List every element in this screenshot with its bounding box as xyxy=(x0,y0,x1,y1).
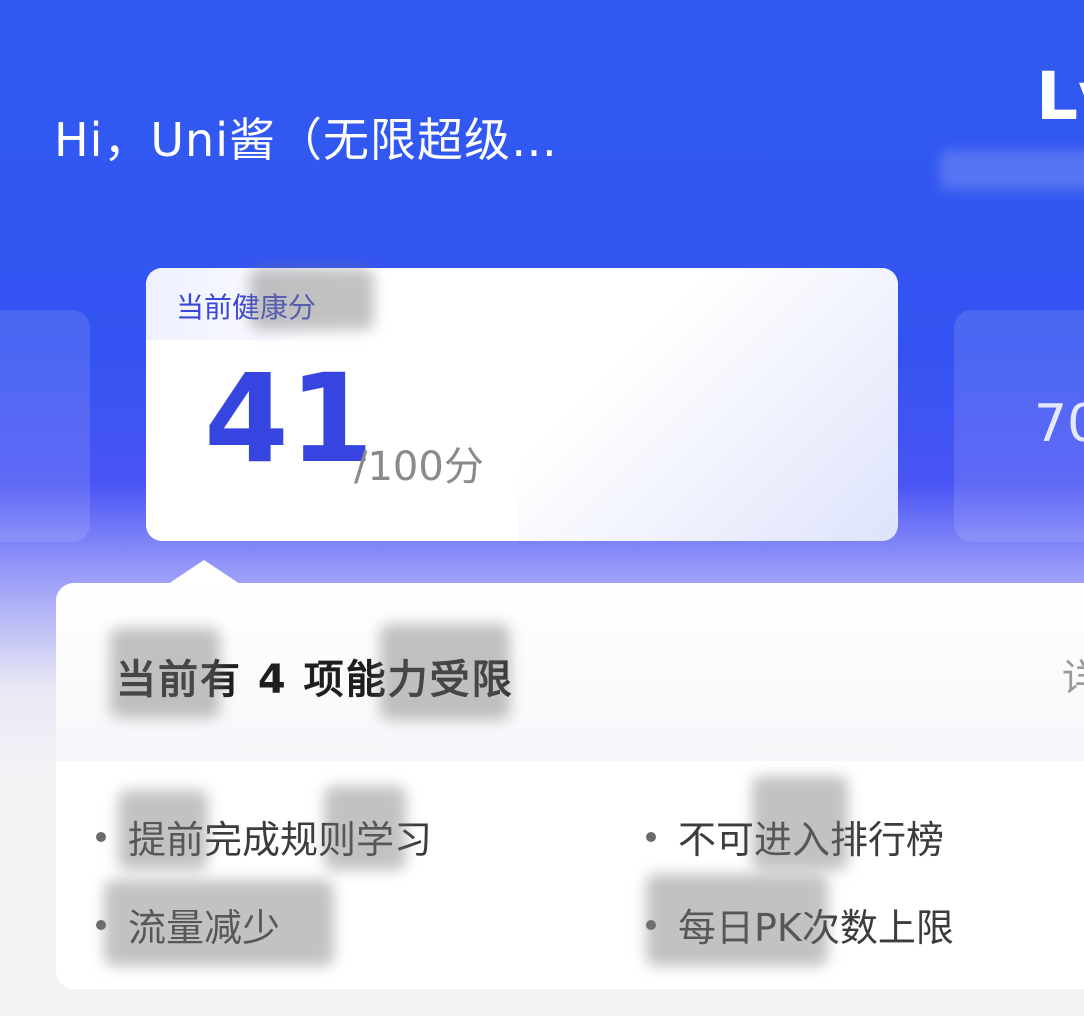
side-card-right-value: 70 xyxy=(1034,394,1084,454)
side-card-left[interactable] xyxy=(0,310,90,542)
level-badge[interactable]: Lv xyxy=(1036,58,1084,135)
privacy-blur xyxy=(104,880,334,966)
level-subtext-blurred xyxy=(940,150,1084,190)
checkmark-decoration xyxy=(518,268,898,541)
panel-pointer-arrow xyxy=(168,560,240,584)
bullet-dot-icon xyxy=(646,831,656,842)
score-total: /100分 xyxy=(354,444,484,490)
greeting-text: Hi，Uni酱（无限超级… xyxy=(54,113,558,167)
privacy-blur xyxy=(324,786,406,870)
privacy-blur xyxy=(110,628,220,718)
privacy-blur xyxy=(646,874,828,966)
privacy-blur xyxy=(752,776,848,870)
privacy-blur xyxy=(250,268,374,330)
privacy-blur xyxy=(118,790,208,870)
privacy-blur xyxy=(380,624,510,720)
bullet-dot-icon xyxy=(96,831,106,842)
score-value: 41 xyxy=(204,348,374,490)
details-link[interactable]: 详 xyxy=(1062,647,1084,702)
